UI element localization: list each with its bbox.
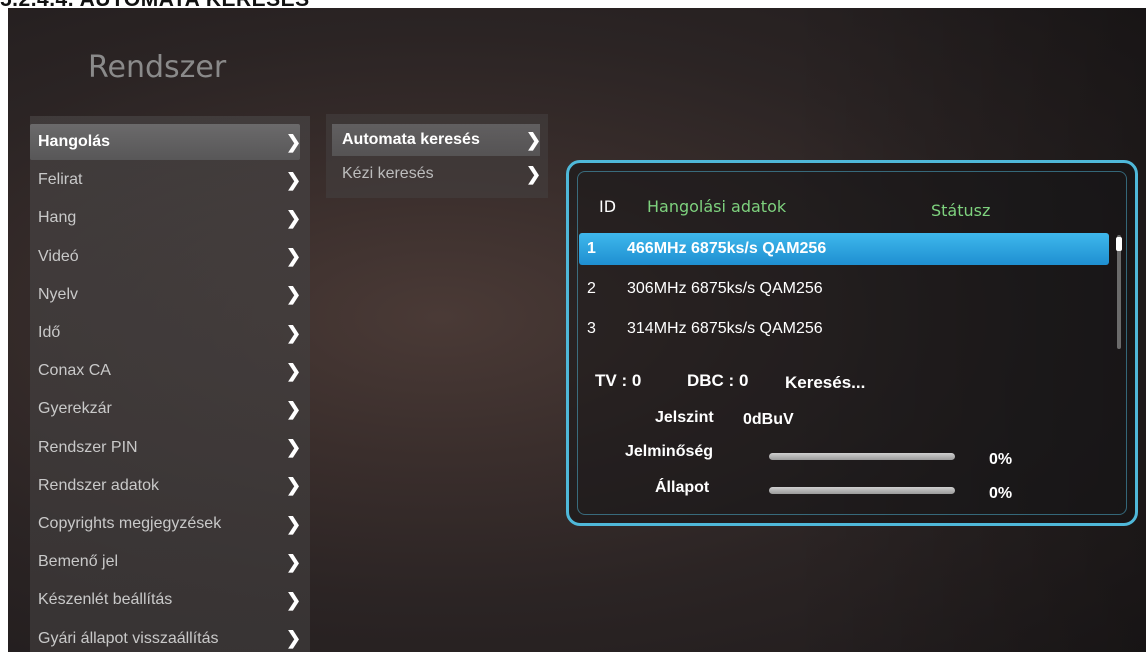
row-info: 314MHz 6875ks/s QAM256 bbox=[627, 320, 823, 337]
state-value: 0% bbox=[989, 485, 1013, 502]
dbc-count: DBC : 0 bbox=[687, 371, 749, 390]
sidebar-item-tuning[interactable]: Hangolás ❯ bbox=[30, 124, 302, 160]
sidebar-item-system-info[interactable]: Rendszer adatok ❯ bbox=[30, 468, 302, 504]
sidebar-item-input-signal[interactable]: Bemenő jel ❯ bbox=[30, 544, 302, 580]
chevron-right-icon: ❯ bbox=[286, 589, 302, 610]
submenu-item-label: Automata keresés bbox=[342, 131, 480, 148]
sidebar-item-label: Conax CA bbox=[38, 362, 111, 380]
sidebar-item-label: Copyrights megjegyzések bbox=[38, 515, 222, 532]
channel-row[interactable]: 1 466MHz 6875ks/s QAM256 bbox=[579, 233, 1109, 265]
sidebar-item-label: Bemenő jel bbox=[38, 553, 119, 571]
row-info: 466MHz 6875ks/s QAM256 bbox=[627, 240, 827, 257]
scrollbar[interactable] bbox=[1116, 235, 1122, 349]
channel-row[interactable]: 2 306MHz 6875ks/s QAM256 bbox=[579, 273, 1109, 305]
chevron-right-icon: ❯ bbox=[286, 169, 302, 190]
sidebar-item-label: Felirat bbox=[38, 171, 83, 189]
sidebar-item-audio[interactable]: Hang ❯ bbox=[30, 200, 302, 236]
signal-quality-label: Jelminőség bbox=[625, 443, 714, 460]
state-label: Állapot bbox=[655, 479, 710, 496]
state-bar bbox=[769, 487, 955, 494]
submenu-item-manual-search[interactable]: Kézi keresés ❯ bbox=[332, 158, 542, 190]
row-id: 2 bbox=[587, 280, 596, 297]
sidebar-item-label: Gyári állapot visszaállítás bbox=[38, 629, 219, 647]
chevron-right-icon: ❯ bbox=[286, 360, 302, 381]
header-id: ID bbox=[599, 197, 617, 216]
channel-row[interactable]: 3 314MHz 6875ks/s QAM256 bbox=[579, 313, 1109, 345]
search-panel: ID Hangolási adatok Státusz 1 466MHz 687… bbox=[566, 160, 1138, 526]
scroll-thumb[interactable] bbox=[1116, 237, 1122, 251]
chevron-right-icon: ❯ bbox=[526, 163, 542, 184]
sidebar-item-copyright-notices[interactable]: Copyrights megjegyzések ❯ bbox=[30, 506, 302, 542]
sidebar-item-conax-ca[interactable]: Conax CA ❯ bbox=[30, 353, 302, 389]
chevron-right-icon: ❯ bbox=[286, 207, 302, 228]
row-id: 1 bbox=[587, 240, 596, 257]
chevron-right-icon: ❯ bbox=[286, 437, 302, 458]
tv-screen: Rendszer Hangolás ❯ Felirat ❯ Hang ❯ Videó ❯ Nye… bbox=[8, 8, 1146, 652]
chevron-right-icon: ❯ bbox=[286, 284, 302, 305]
submenu: Automata keresés ❯ Kézi keresés ❯ bbox=[326, 114, 548, 198]
search-status: Keresés... bbox=[785, 373, 866, 392]
header-status: Státusz bbox=[931, 201, 991, 220]
sidebar-item-time[interactable]: Idő ❯ bbox=[30, 315, 302, 351]
sidebar-item-standby-settings[interactable]: Készenlét beállítás ❯ bbox=[30, 582, 302, 618]
chevron-right-icon: ❯ bbox=[286, 513, 302, 534]
chevron-right-icon: ❯ bbox=[286, 322, 302, 343]
row-id: 3 bbox=[587, 320, 596, 337]
chevron-right-icon: ❯ bbox=[286, 475, 302, 496]
submenu-item-auto-search[interactable]: Automata keresés ❯ bbox=[332, 124, 542, 156]
sidebar-item-system-pin[interactable]: Rendszer PIN ❯ bbox=[30, 430, 302, 466]
signal-quality-bar bbox=[769, 453, 955, 460]
chevron-right-icon: ❯ bbox=[286, 398, 302, 419]
sidebar-item-label: Idő bbox=[38, 324, 61, 341]
chevron-right-icon: ❯ bbox=[286, 131, 302, 152]
sidebar-item-label: Nyelv bbox=[38, 285, 79, 303]
menu-title: Rendszer bbox=[88, 50, 227, 85]
sidebar-item-video[interactable]: Videó ❯ bbox=[30, 239, 302, 275]
row-info: 306MHz 6875ks/s QAM256 bbox=[627, 280, 823, 297]
sidebar-item-language[interactable]: Nyelv ❯ bbox=[30, 277, 302, 313]
chevron-right-icon: ❯ bbox=[286, 551, 302, 572]
sidebar-item-label: Hang bbox=[38, 209, 77, 227]
sidebar: Hangolás ❯ Felirat ❯ Hang ❯ Videó ❯ Nyelv ❯ Idő ❯ Co… bbox=[30, 116, 310, 652]
chevron-right-icon: ❯ bbox=[286, 246, 302, 267]
signal-level-label: Jelszint bbox=[655, 409, 714, 426]
sidebar-item-label: Készenlét beállítás bbox=[38, 591, 173, 609]
sidebar-item-label: Videó bbox=[38, 247, 79, 265]
sidebar-item-label: Gyerekzár bbox=[38, 400, 112, 418]
signal-level-value: 0dBuV bbox=[743, 411, 794, 428]
sidebar-item-parental-lock[interactable]: Gyerekzár ❯ bbox=[30, 391, 302, 427]
sidebar-item-label: Hangolás bbox=[38, 133, 111, 150]
submenu-item-label: Kézi keresés bbox=[342, 165, 434, 182]
sidebar-item-factory-reset[interactable]: Gyári állapot visszaállítás ❯ bbox=[30, 621, 302, 652]
tv-count: TV : 0 bbox=[595, 371, 642, 390]
sidebar-item-subtitle[interactable]: Felirat ❯ bbox=[30, 162, 302, 198]
chevron-right-icon: ❯ bbox=[526, 129, 542, 150]
header-tuning-data: Hangolási adatok bbox=[647, 197, 787, 216]
sidebar-item-label: Rendszer PIN bbox=[38, 438, 138, 456]
sidebar-item-label: Rendszer adatok bbox=[38, 476, 159, 494]
signal-quality-value: 0% bbox=[989, 451, 1013, 468]
chevron-right-icon: ❯ bbox=[286, 628, 302, 649]
